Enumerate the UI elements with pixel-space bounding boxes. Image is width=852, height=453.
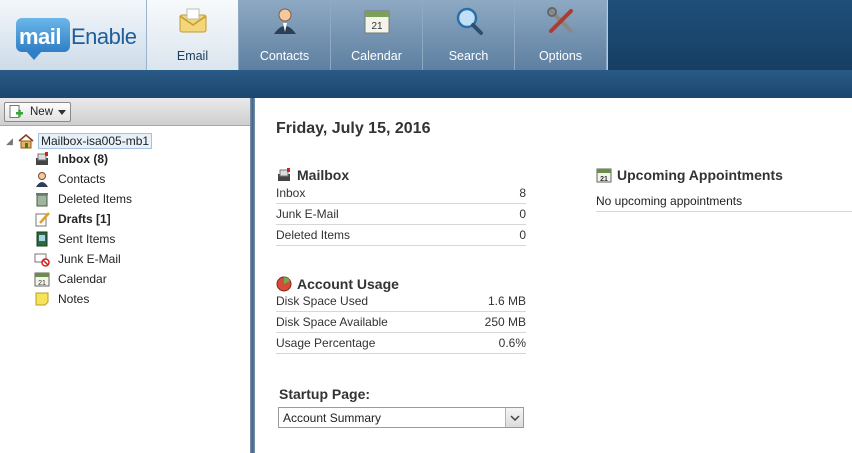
contact-icon: [36, 172, 48, 187]
stat-label: Deleted Items: [276, 228, 351, 242]
stat-row: Disk Space Used 1.6 MB: [276, 291, 526, 312]
notes-icon: [35, 292, 49, 306]
usage-stats: Disk Space Used 1.6 MB Disk Space Availa…: [276, 291, 526, 354]
stat-label: Inbox: [276, 186, 306, 200]
new-button[interactable]: New: [4, 102, 71, 122]
logo-text-mail: mail: [19, 24, 62, 49]
stat-row: Junk E-Mail 0: [276, 204, 526, 225]
stat-label: Junk E-Mail: [276, 207, 339, 221]
stat-value: 1.6 MB: [487, 294, 526, 308]
svg-text:21: 21: [38, 280, 46, 287]
startup-page-value: Account Summary: [283, 410, 382, 425]
mailbox-title: Mailbox: [297, 167, 350, 183]
stat-row: Disk Space Available 250 MB: [276, 312, 526, 333]
chevron-down-icon: [509, 414, 520, 421]
appointments-title: Upcoming Appointments: [617, 167, 783, 183]
tab-calendar[interactable]: 21 Calendar: [331, 0, 423, 70]
new-button-label: New: [30, 106, 54, 118]
tab-contacts[interactable]: Contacts: [239, 0, 331, 70]
folder-inbox[interactable]: Inbox (8): [34, 150, 108, 168]
usage-title: Account Usage: [297, 276, 399, 292]
folder-calendar[interactable]: 21 Calendar: [34, 270, 107, 288]
folder-label: Inbox (8): [58, 152, 108, 166]
tab-email[interactable]: Email: [147, 0, 239, 70]
folder-drafts[interactable]: Drafts [1]: [34, 210, 111, 228]
stat-value: 8: [519, 186, 526, 200]
folder-panel: New ◢ Mailbox-isa005-mb1 Inbox (8) Conta…: [0, 98, 250, 453]
folder-label: Deleted Items: [58, 192, 133, 206]
page-title: Friday, July 15, 2016: [276, 120, 431, 137]
folder-contacts[interactable]: Contacts: [34, 170, 105, 188]
stat-value: 0: [519, 207, 526, 221]
collapse-toggle-icon[interactable]: ◢: [6, 136, 18, 147]
inbox-icon: [36, 152, 48, 165]
stat-row: Inbox 8: [276, 183, 526, 204]
stat-value: 250 MB: [484, 315, 526, 329]
folder-label: Drafts [1]: [58, 212, 111, 226]
svg-text:21: 21: [371, 21, 383, 32]
house-icon: [18, 133, 34, 149]
mailbox-stats: Inbox 8 Junk E-Mail 0 Deleted Items 0: [276, 183, 526, 246]
top-header: mail Enable Email Contacts 21 Calendar S…: [0, 0, 852, 70]
mailbox-section-title: Mailbox: [276, 167, 349, 183]
stat-row: Deleted Items 0: [276, 225, 526, 246]
no-appointments-text: No upcoming appointments: [596, 194, 852, 212]
envelope-icon: [179, 8, 207, 33]
folder-deleted-items[interactable]: Deleted Items: [34, 190, 132, 208]
appointments-section-title: 21 Upcoming Appointments: [596, 167, 783, 183]
tab-contacts-label: Contacts: [259, 49, 310, 63]
main-nav: Email Contacts 21 Calendar Search Option…: [147, 0, 608, 70]
tab-search-label: Search: [448, 49, 489, 63]
logo-text-enable: Enable: [71, 24, 137, 49]
account-summary: Friday, July 15, 2016 Mailbox Inbox 8 Ju…: [255, 98, 852, 453]
tab-email-label: Email: [176, 49, 209, 63]
tools-icon: [547, 7, 573, 33]
stat-label: Usage Percentage: [276, 336, 376, 350]
stat-label: Disk Space Used: [276, 294, 369, 308]
calendar-icon: 21: [596, 168, 612, 183]
folder-notes[interactable]: Notes: [34, 290, 89, 308]
junk-icon: [34, 253, 50, 267]
person-icon: [274, 8, 296, 34]
folder-label: Junk E-Mail: [58, 252, 121, 266]
drafts-icon: [35, 212, 50, 227]
pie-chart-icon: [276, 276, 292, 292]
mailbox-root[interactable]: ◢ Mailbox-isa005-mb1: [6, 132, 153, 150]
folder-label: Contacts: [58, 172, 106, 186]
stat-value: 0: [519, 228, 526, 242]
folder-toolbar: New: [0, 98, 250, 126]
dropdown-button[interactable]: [505, 408, 523, 427]
stat-row: Usage Percentage 0.6%: [276, 333, 526, 354]
tab-calendar-label: Calendar: [351, 49, 402, 63]
folder-sent-items[interactable]: Sent Items: [34, 230, 115, 248]
stat-value: 0.6%: [498, 336, 526, 350]
calendar-icon: 21: [364, 10, 390, 34]
calendar-icon: 21: [34, 272, 50, 287]
trash-icon: [36, 193, 48, 207]
tab-options-label: Options: [538, 49, 583, 63]
mailbox-icon: [278, 168, 290, 181]
magnifier-icon: [456, 7, 483, 35]
sub-header-bar: [0, 70, 852, 98]
mailbox-label: Mailbox-isa005-mb1: [38, 133, 153, 149]
new-document-icon: [9, 105, 23, 118]
sent-icon: [36, 231, 48, 247]
tab-options[interactable]: Options: [515, 0, 607, 70]
stat-label: Disk Space Available: [276, 315, 388, 329]
folder-junk-email[interactable]: Junk E-Mail: [34, 250, 121, 268]
folder-label: Sent Items: [58, 232, 116, 246]
svg-text:21: 21: [600, 176, 608, 183]
chevron-down-icon[interactable]: [58, 109, 67, 115]
usage-section-title: Account Usage: [276, 276, 399, 292]
startup-page-select[interactable]: Account Summary: [278, 407, 524, 428]
logo[interactable]: mail Enable: [0, 0, 147, 70]
nav-divider: [607, 0, 608, 70]
folder-label: Notes: [58, 292, 90, 306]
startup-page-label: Startup Page:: [279, 386, 371, 402]
folder-label: Calendar: [58, 272, 107, 286]
tab-search[interactable]: Search: [423, 0, 515, 70]
